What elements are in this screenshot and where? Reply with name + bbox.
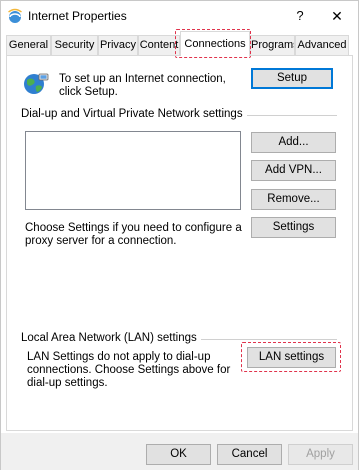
apply-button[interactable]: Apply <box>288 444 353 465</box>
title-bar: Internet Properties ? ✕ <box>1 1 358 31</box>
help-button[interactable]: ? <box>286 5 314 27</box>
cancel-button[interactable]: Cancel <box>217 444 282 465</box>
add-button[interactable]: Add... <box>251 132 336 153</box>
tab-privacy[interactable]: Privacy <box>98 35 138 55</box>
dialog-footer: OK Cancel Apply <box>1 433 358 470</box>
lan-section-heading: Local Area Network (LAN) settings <box>21 332 201 344</box>
dialup-section-heading: Dial-up and Virtual Private Network sett… <box>21 108 247 120</box>
tab-content[interactable]: Content <box>138 35 180 55</box>
internet-explorer-icon <box>8 8 22 23</box>
tab-connections[interactable]: Connections <box>180 31 250 56</box>
network-globe-icon <box>24 73 49 94</box>
tab-advanced[interactable]: Advanced <box>295 35 349 55</box>
lan-description: LAN Settings do not apply to dial-up con… <box>27 351 231 389</box>
lan-settings-button[interactable]: LAN settings <box>247 347 336 368</box>
settings-button[interactable]: Settings <box>251 217 336 238</box>
setup-button[interactable]: Setup <box>251 68 333 89</box>
ok-button[interactable]: OK <box>146 444 211 465</box>
tab-programs[interactable]: Programs <box>250 35 295 55</box>
remove-button[interactable]: Remove... <box>251 189 336 210</box>
window-title: Internet Properties <box>28 9 127 23</box>
internet-properties-dialog: Internet Properties ? ✕ General Security… <box>0 0 359 470</box>
tab-security[interactable]: Security <box>51 35 98 55</box>
proxy-description: Choose Settings if you need to configure… <box>25 222 242 247</box>
setup-description: To set up an Internet connection, click … <box>59 73 226 98</box>
add-vpn-button[interactable]: Add VPN... <box>251 160 336 181</box>
tab-general[interactable]: General <box>6 35 51 55</box>
close-button[interactable]: ✕ <box>322 5 352 27</box>
connections-listbox[interactable] <box>25 131 241 210</box>
